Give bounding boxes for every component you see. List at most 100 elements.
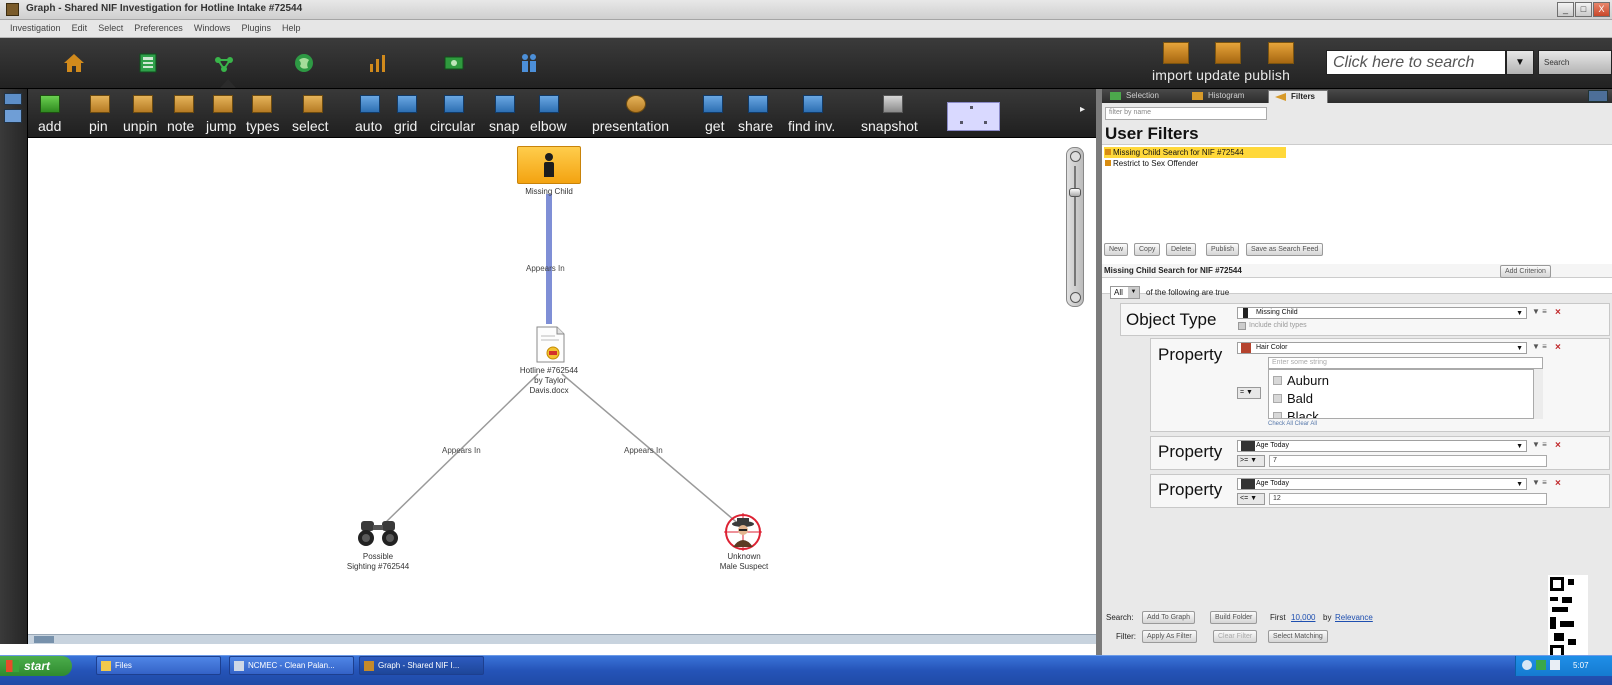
hair-list-scrollbar[interactable]: [1533, 369, 1543, 419]
auto-button[interactable]: auto: [355, 118, 382, 134]
node-possible-sighting[interactable]: [353, 517, 405, 547]
search-button[interactable]: Search: [1538, 50, 1612, 75]
side-panel-tab-icon[interactable]: [4, 109, 22, 123]
node-hotline-document[interactable]: [533, 326, 567, 363]
filter-item-restrict-sex-offender[interactable]: Restrict to Sex Offender: [1104, 158, 1198, 169]
snapshot-button[interactable]: snapshot: [861, 118, 918, 134]
jump-button[interactable]: jump: [206, 118, 236, 134]
snap-icon[interactable]: [495, 95, 515, 113]
menu-windows[interactable]: Windows: [190, 20, 235, 33]
zoom-slider[interactable]: [1066, 147, 1084, 307]
filter-name-input[interactable]: filter by name: [1105, 107, 1267, 120]
copy-filter-button[interactable]: Copy: [1134, 243, 1161, 256]
graph-canvas[interactable]: Missing Child Appears In Hotline #762544…: [28, 138, 1096, 634]
age-max-operator-select[interactable]: <= ▼: [1237, 493, 1265, 505]
age-min-operator-select[interactable]: >= ▼: [1237, 455, 1265, 467]
unpin-icon[interactable]: [133, 95, 153, 113]
zoom-slider-handle[interactable]: [1069, 188, 1081, 197]
network-icon[interactable]: [1522, 660, 1532, 670]
hair-color-search-input[interactable]: Enter some string: [1268, 357, 1543, 369]
snapshot-icon[interactable]: [883, 95, 903, 113]
select-button[interactable]: select: [292, 118, 329, 134]
publish-filter-button[interactable]: Publish: [1206, 243, 1239, 256]
presentation-icon[interactable]: [626, 95, 646, 113]
checkbox[interactable]: [1273, 376, 1282, 385]
panel-toggle-icon[interactable]: [1588, 90, 1608, 102]
menu-investigation[interactable]: Investigation: [0, 20, 65, 33]
search-dropdown-button[interactable]: ▼: [1506, 50, 1534, 75]
global-search-input[interactable]: Click here to search: [1326, 50, 1506, 75]
taskbar-item-files[interactable]: Files: [96, 656, 221, 675]
grid-button[interactable]: grid: [394, 118, 417, 134]
graph-minimap[interactable]: [947, 102, 1000, 131]
apply-as-filter-button[interactable]: Apply As Filter: [1142, 630, 1197, 643]
import-button[interactable]: [1163, 42, 1189, 64]
sort-relevance-link[interactable]: Relevance: [1335, 613, 1373, 622]
add-criterion-button[interactable]: Add Criterion: [1500, 265, 1551, 278]
get-icon[interactable]: [703, 95, 723, 113]
menu-select[interactable]: Select: [94, 20, 127, 33]
hair-color-property-select[interactable]: Hair Color ▼: [1237, 342, 1527, 354]
elbow-icon[interactable]: [539, 95, 559, 113]
checkbox[interactable]: [1273, 394, 1282, 403]
elbow-button[interactable]: elbow: [530, 118, 567, 134]
publish-button[interactable]: [1268, 42, 1294, 64]
hair-option-bald[interactable]: Bald: [1273, 391, 1313, 406]
security-icon[interactable]: [1536, 660, 1546, 670]
criterion-menu-icon[interactable]: ▼ ≡: [1532, 342, 1547, 351]
find-investigation-icon[interactable]: [803, 95, 823, 113]
menu-preferences[interactable]: Preferences: [130, 20, 187, 33]
taskbar-item-ncmec[interactable]: NCMEC - Clean Palan...: [229, 656, 354, 675]
remove-criterion-icon[interactable]: ×: [1555, 478, 1561, 489]
get-button[interactable]: get: [705, 118, 724, 134]
age-max-value-input[interactable]: 12: [1269, 493, 1547, 505]
criterion-menu-icon[interactable]: ▼ ≡: [1532, 478, 1547, 487]
share-icon[interactable]: [748, 95, 768, 113]
zoom-out-icon[interactable]: [1070, 292, 1081, 303]
build-folder-button[interactable]: Build Folder: [1210, 611, 1258, 624]
auto-layout-icon[interactable]: [360, 95, 380, 113]
remove-criterion-icon[interactable]: ×: [1555, 440, 1561, 451]
select-icon[interactable]: [303, 95, 323, 113]
select-matching-button[interactable]: Select Matching: [1268, 630, 1328, 643]
unpin-button[interactable]: unpin: [123, 118, 157, 134]
types-button[interactable]: types: [246, 118, 279, 134]
add-icon[interactable]: [40, 95, 60, 113]
node-unknown-male-suspect[interactable]: [723, 513, 763, 551]
tab-selection[interactable]: Selection: [1104, 90, 1184, 103]
canvas-resize-grip[interactable]: [34, 636, 54, 643]
node-missing-child[interactable]: [517, 146, 581, 184]
add-to-graph-button[interactable]: Add To Graph: [1142, 611, 1196, 624]
map-icon[interactable]: [292, 51, 316, 75]
age-min-property-select[interactable]: Age Today ▼: [1237, 440, 1527, 452]
pin-button[interactable]: pin: [89, 118, 108, 134]
filter-item-missing-child-search[interactable]: Missing Child Search for NIF #72544: [1104, 147, 1286, 158]
people-icon[interactable]: [517, 51, 541, 75]
criterion-menu-icon[interactable]: ▼ ≡: [1532, 307, 1547, 316]
browser-icon[interactable]: [136, 51, 160, 75]
circular-button[interactable]: circular: [430, 118, 475, 134]
volume-icon[interactable]: [1550, 660, 1560, 670]
types-icon[interactable]: [252, 95, 272, 113]
note-icon[interactable]: [174, 95, 194, 113]
menu-help[interactable]: Help: [278, 20, 305, 33]
pin-icon[interactable]: [90, 95, 110, 113]
expand-panel-icon[interactable]: [4, 93, 22, 105]
remove-criterion-icon[interactable]: ×: [1555, 307, 1561, 318]
home-icon[interactable]: [62, 51, 86, 75]
criterion-menu-icon[interactable]: ▼ ≡: [1532, 440, 1547, 449]
update-button[interactable]: [1215, 42, 1241, 64]
menu-plugins[interactable]: Plugins: [237, 20, 275, 33]
close-window-button[interactable]: X: [1593, 2, 1610, 17]
taskbar-item-graph[interactable]: Graph - Shared NIF I...: [359, 656, 484, 675]
circular-layout-icon[interactable]: [444, 95, 464, 113]
remove-criterion-icon[interactable]: ×: [1555, 342, 1561, 353]
menu-edit[interactable]: Edit: [68, 20, 92, 33]
tab-histogram[interactable]: Histogram: [1186, 90, 1266, 103]
check-all-clear-all-links[interactable]: Check All Clear All: [1268, 421, 1317, 427]
find-investigation-button[interactable]: find inv.: [788, 118, 835, 134]
toolbar-collapse-icon[interactable]: ▸: [1080, 104, 1085, 115]
zoom-in-icon[interactable]: [1070, 151, 1081, 162]
new-filter-button[interactable]: New: [1104, 243, 1129, 256]
grid-layout-icon[interactable]: [397, 95, 417, 113]
